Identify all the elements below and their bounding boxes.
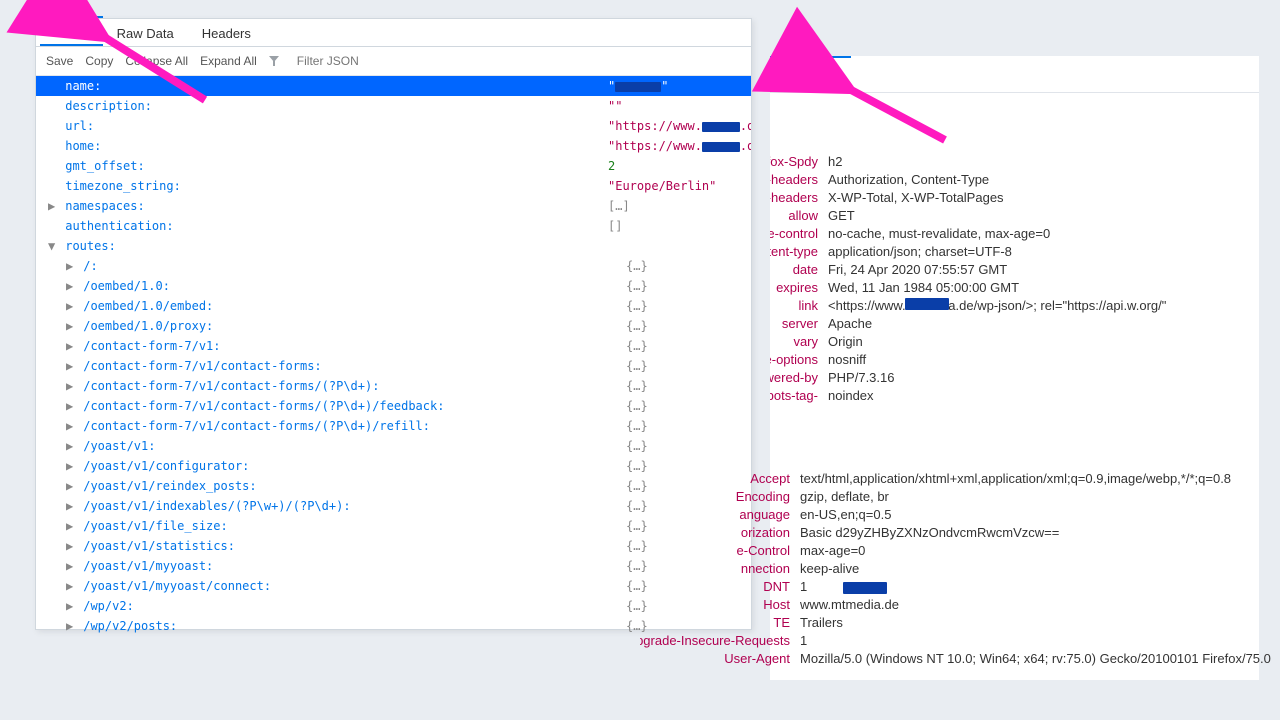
header-row: dateFri, 24 Apr 2020 07:55:57 GMT [770, 261, 1259, 279]
header-row: e-Controlmax-age=0 [640, 542, 1260, 560]
header-row: link<https://www.mtmedia.de/wp-json/>; r… [770, 297, 1259, 315]
json-row[interactable]: ▶ /contact-form-7/v1/contact-forms/(?P\d… [36, 416, 751, 436]
copy-button[interactable]: Copy [85, 54, 113, 68]
filter-icon [269, 56, 279, 66]
json-row[interactable]: ▶ /contact-form-7/v1/contact-forms/(?P\d… [36, 396, 751, 416]
header-row: varyOrigin [770, 333, 1259, 351]
redaction-block [905, 298, 949, 310]
json-row[interactable]: url:"https://www..de" [36, 116, 751, 136]
filter-json-input[interactable] [295, 53, 439, 69]
header-row: ose-headersX-WP-Total, X-WP-TotalPages [770, 189, 1259, 207]
header-row: Encodinggzip, deflate, br [640, 488, 1260, 506]
header-row: expiresWed, 11 Jan 1984 05:00:00 GMT [770, 279, 1259, 297]
header-row: allowGET [770, 207, 1259, 225]
tab-headers-right[interactable]: Headers [770, 56, 851, 92]
json-row[interactable]: name:"" [36, 76, 751, 96]
header-row: Upgrade-Insecure-Requests1 [640, 632, 1260, 650]
header-row: DNT1 [640, 578, 1260, 596]
json-row[interactable]: gmt_offset:2 [36, 156, 751, 176]
json-toolbar: Save Copy Collapse All Expand All [36, 47, 751, 76]
json-row[interactable]: home:"https://www..de" [36, 136, 751, 156]
response-headers: Firefox-Spdyh2low-headersAuthorization, … [770, 153, 1259, 405]
tab-headers-left[interactable]: Headers [188, 20, 265, 46]
json-row[interactable]: ▶ /yoast/v1:{…} [36, 436, 751, 456]
tab-raw-data[interactable]: Raw Data [103, 20, 188, 46]
header-row: serverApache [770, 315, 1259, 333]
json-row[interactable]: description:"" [36, 96, 751, 116]
right-tabs: Headers [770, 56, 1259, 93]
json-row[interactable]: timezone_string:"Europe/Berlin" [36, 176, 751, 196]
header-row: Accepttext/html,application/xhtml+xml,ap… [640, 470, 1260, 488]
json-row[interactable]: ▶ /contact-form-7/v1/contact-forms/(?P\d… [36, 376, 751, 396]
header-row: -robots-tagnoindex [770, 387, 1259, 405]
collapse-all-button[interactable]: Collapse All [125, 54, 188, 68]
header-row: User-AgentMozilla/5.0 (Windows NT 10.0; … [640, 650, 1260, 668]
request-headers: Accepttext/html,application/xhtml+xml,ap… [640, 470, 1260, 668]
header-row: powered-byPHP/7.3.16 [770, 369, 1259, 387]
header-row: nnectionkeep-alive [640, 560, 1260, 578]
left-tabs: JSON Raw Data Headers [36, 19, 751, 47]
json-row[interactable]: ▶ /contact-form-7/v1/contact-forms:{…} [36, 356, 751, 376]
header-row: Hostwww.mtmedia.de [640, 596, 1260, 614]
save-button[interactable]: Save [46, 54, 73, 68]
header-row: ontent-typeapplication/json; charset=UTF… [770, 243, 1259, 261]
header-row: ache-controlno-cache, must-revalidate, m… [770, 225, 1259, 243]
header-row: Firefox-Spdyh2 [770, 153, 1259, 171]
json-row[interactable]: ▼ routes: [36, 236, 751, 256]
json-row[interactable]: ▶ /oembed/1.0/embed:{…} [36, 296, 751, 316]
json-row[interactable]: ▶ namespaces:[…] [36, 196, 751, 216]
json-row[interactable]: ▶ /contact-form-7/v1:{…} [36, 336, 751, 356]
expand-all-button[interactable]: Expand All [200, 54, 257, 68]
header-row: TETrailers [640, 614, 1260, 632]
json-row[interactable]: ▶ /:{…} [36, 256, 751, 276]
json-row[interactable]: authentication:[] [36, 216, 751, 236]
tab-json[interactable]: JSON [40, 16, 103, 46]
header-row: anguageen-US,en;q=0.5 [640, 506, 1260, 524]
redaction-block [843, 582, 887, 594]
json-row[interactable]: ▶ /oembed/1.0/proxy:{…} [36, 316, 751, 336]
json-row[interactable]: ▶ /oembed/1.0:{…} [36, 276, 751, 296]
header-row: orizationBasic d29yZHByZXNzOndvcmRwcmVzc… [640, 524, 1260, 542]
header-row: ype-optionsnosniff [770, 351, 1259, 369]
header-row: low-headersAuthorization, Content-Type [770, 171, 1259, 189]
